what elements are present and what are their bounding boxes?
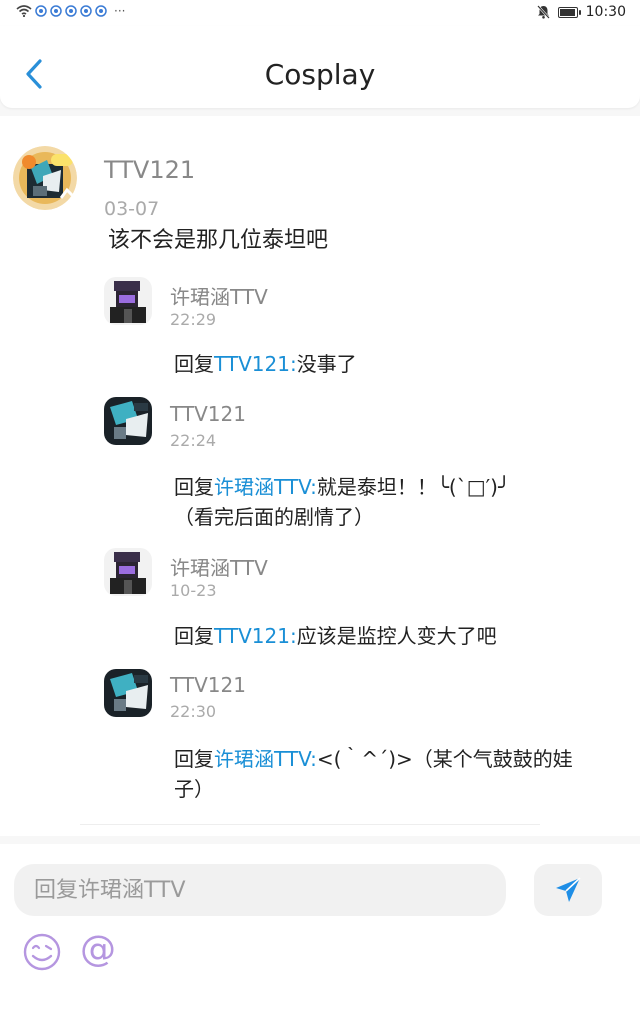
reply-content: 回复许珺涵TTV:就是泰坦！！╰(`□′)╯ （看完后面的剧情了） — [174, 472, 614, 532]
notification-app-icon — [65, 5, 77, 17]
status-time: 10:30 — [585, 4, 626, 20]
reply-content: 回复许珺涵TTV:<(｀^´)>（某个气鼓鼓的娃 子） — [174, 744, 614, 804]
reply-content: 回复TTV121:应该是监控人变大了吧 — [174, 621, 497, 651]
notification-app-icon — [50, 5, 62, 17]
notification-app-icon — [95, 5, 107, 17]
avatar[interactable] — [104, 397, 152, 445]
reply-prefix: 回复 — [174, 475, 214, 499]
reply-line-1: 回复许珺涵TTV:就是泰坦！！╰(`□′)╯ — [174, 472, 614, 502]
reply-mention-link[interactable]: 许珺涵TTV: — [214, 475, 317, 499]
send-icon — [556, 877, 581, 902]
page-title: Cosplay — [264, 58, 376, 91]
reply-username[interactable]: 许珺涵TTV — [170, 281, 268, 310]
more-notifications-dots: ··· — [114, 4, 126, 18]
reply-username[interactable]: TTV121 — [170, 402, 246, 426]
reply-date: 10-23 — [170, 581, 217, 600]
status-bar: ··· 10:30 — [0, 0, 640, 26]
divider — [80, 824, 540, 825]
notification-app-icon — [80, 5, 92, 17]
comment-date: 03-07 — [104, 198, 160, 220]
reply-line-2: （看完后面的剧情了） — [174, 505, 374, 529]
avatar[interactable] — [104, 548, 152, 596]
comment-username[interactable]: TTV121 — [104, 156, 195, 184]
avatar[interactable] — [13, 146, 77, 210]
reply-text: 没事了 — [296, 352, 357, 376]
reply-text: 应该是监控人变大了吧 — [296, 624, 497, 648]
reply-text: <(｀^´)>（某个气鼓鼓的娃 — [316, 747, 573, 771]
reply-bar: @ — [0, 844, 640, 1024]
emoji-button[interactable] — [22, 932, 62, 972]
reply-username[interactable]: 许珺涵TTV — [170, 552, 268, 581]
send-button[interactable] — [534, 864, 602, 916]
reply-date: 22:24 — [170, 431, 217, 450]
reply-prefix: 回复 — [174, 747, 214, 771]
avatar[interactable] — [104, 277, 152, 325]
reply-date: 22:30 — [170, 702, 217, 721]
mention-button[interactable]: @ — [76, 928, 120, 972]
reply-prefix: 回复 — [174, 624, 214, 648]
status-icons-right: 10:30 — [536, 4, 626, 20]
reply-prefix: 回复 — [174, 352, 214, 376]
reply-line-1: 回复许珺涵TTV:<(｀^´)>（某个气鼓鼓的娃 — [174, 744, 614, 774]
reply-input[interactable] — [14, 864, 506, 916]
comment-content: 该不会是那几位泰坦吧 — [108, 228, 329, 253]
notification-app-icon — [35, 5, 47, 17]
reply-date: 22:29 — [170, 310, 217, 329]
reply-username[interactable]: TTV121 — [170, 673, 246, 697]
wifi-icon — [16, 5, 32, 17]
battery-icon — [557, 6, 581, 18]
reply-line-2: 子） — [174, 777, 214, 801]
mute-bell-icon — [536, 5, 550, 19]
reply-mention-link[interactable]: TTV121: — [214, 352, 297, 376]
comment-thread: TTV121 03-07 该不会是那几位泰坦吧 许珺涵TTV 22:29 回复T… — [0, 116, 640, 836]
reply-content: 回复TTV121:没事了 — [174, 349, 357, 379]
reply-mention-link[interactable]: 许珺涵TTV: — [214, 747, 317, 771]
reply-text: 就是泰坦！！╰(`□′)╯ — [316, 475, 510, 499]
avatar[interactable] — [104, 669, 152, 717]
header-bar: Cosplay — [0, 26, 640, 108]
status-icons-left: ··· — [16, 5, 125, 17]
reply-mention-link[interactable]: TTV121: — [214, 624, 297, 648]
